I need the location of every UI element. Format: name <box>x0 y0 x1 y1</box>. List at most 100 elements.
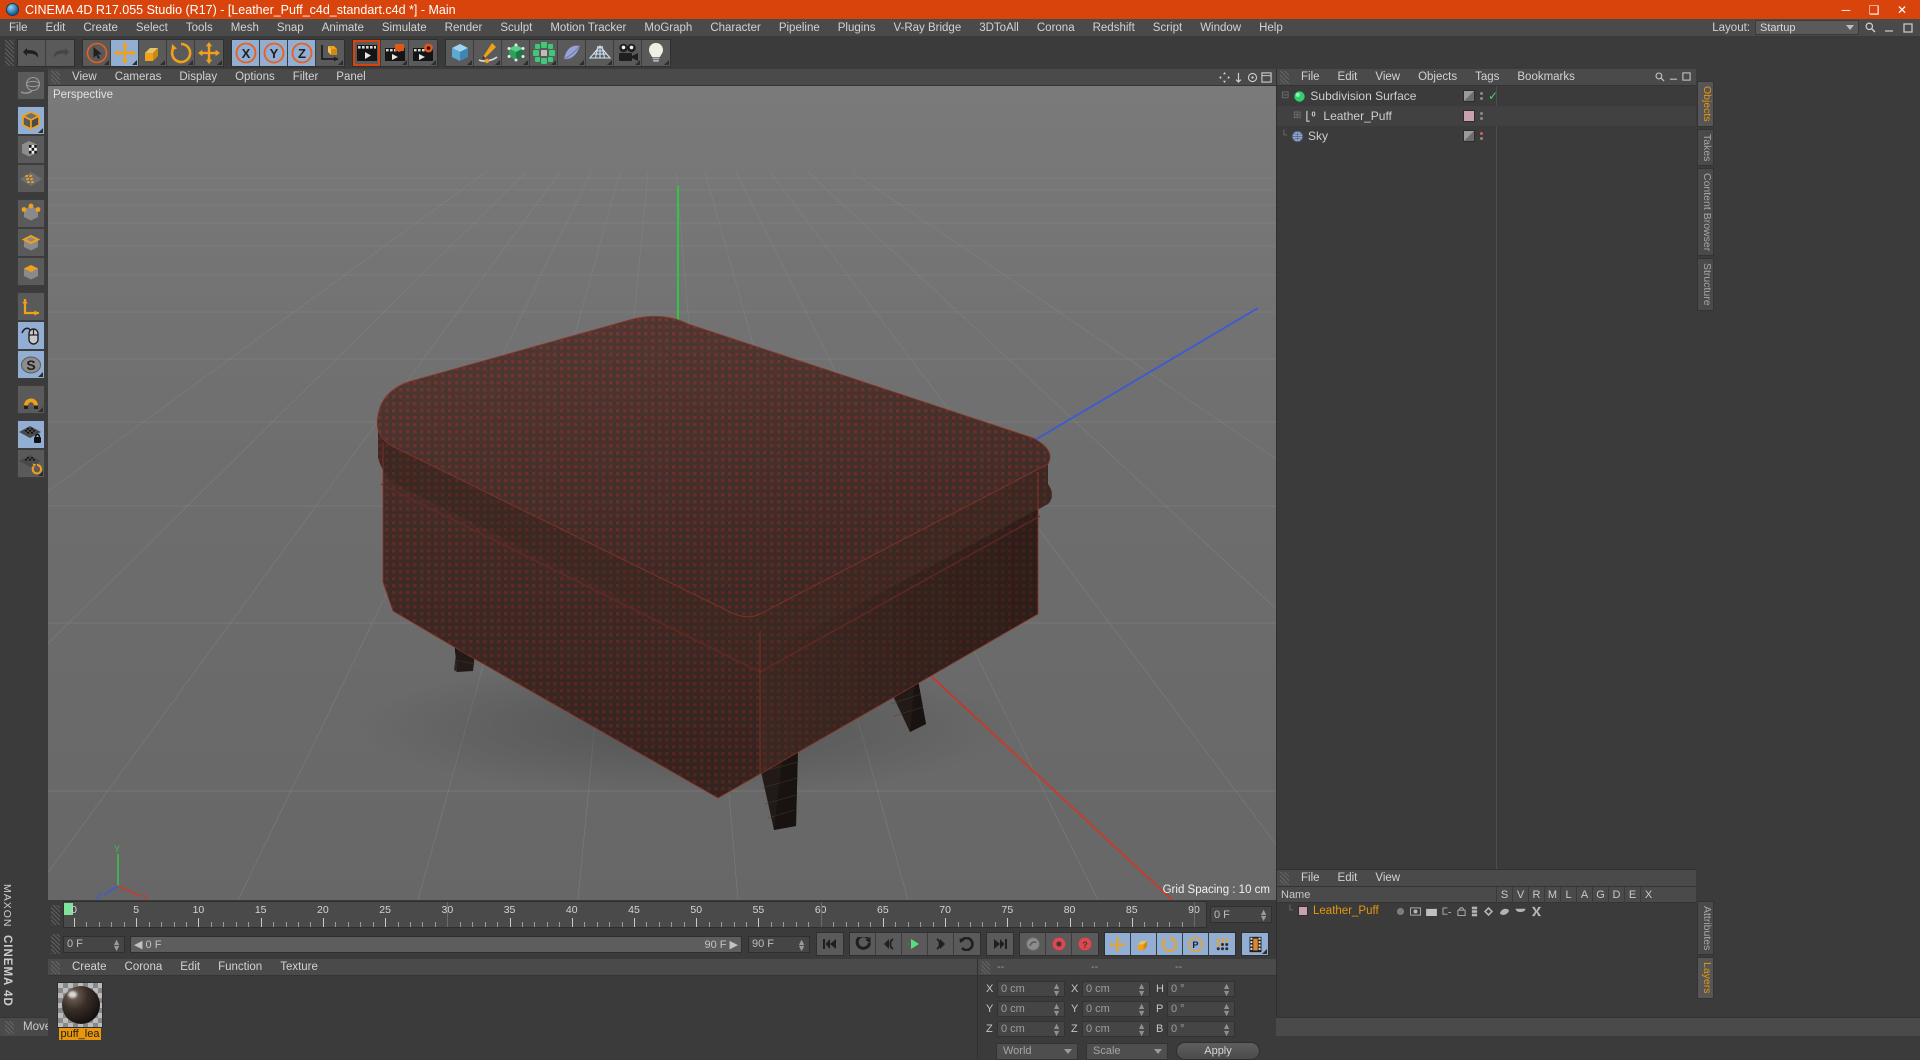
coordinate-grip[interactable] <box>981 960 990 974</box>
object-row-subdivision-surface[interactable]: ⊟ Subdivision Surface ✓ <box>1277 86 1696 106</box>
add-nurbs-button[interactable] <box>558 40 586 66</box>
workplane-rotate-button[interactable] <box>17 449 45 478</box>
deformer-icon[interactable] <box>1499 906 1510 917</box>
rewind-button[interactable] <box>850 933 876 955</box>
spinner-icon[interactable]: ▲ ▼ <box>1137 1002 1146 1018</box>
loop-button[interactable] <box>954 933 980 955</box>
tag-swatch-icon[interactable] <box>1463 130 1475 142</box>
texture-mode-button[interactable] <box>17 135 45 164</box>
toolbar-grip[interactable] <box>5 40 14 66</box>
maximize-viewport-icon[interactable] <box>1261 71 1272 83</box>
pan-view-icon[interactable] <box>1219 71 1230 83</box>
menu-item-animate[interactable]: Animate <box>313 19 373 37</box>
material-menu-edit[interactable]: Edit <box>171 959 209 976</box>
tree-expand-icon[interactable]: ⊞ <box>1293 110 1301 122</box>
minimize-panel-icon[interactable] <box>1881 20 1897 35</box>
apply-button[interactable]: Apply <box>1176 1042 1260 1060</box>
layer-row[interactable]: └ Leather_Puff <box>1277 903 1696 919</box>
layer-manager-grip[interactable] <box>1280 871 1289 885</box>
viewport-menu-filter[interactable]: Filter <box>284 69 328 86</box>
layer-col-m[interactable]: M <box>1544 886 1560 903</box>
timeline-frame-field[interactable]: 0 F ▲ ▼ <box>1210 906 1272 923</box>
close-button[interactable]: ✕ <box>1888 3 1916 17</box>
spinner-icon[interactable]: ▲ ▼ <box>1052 1002 1061 1018</box>
menu-item-window[interactable]: Window <box>1191 19 1250 37</box>
viewport-grip[interactable] <box>51 70 60 84</box>
viewport-menu-view[interactable]: View <box>63 69 106 86</box>
coord-input-p[interactable]: 0 ° ▲ ▼ <box>1167 1001 1235 1018</box>
lock-z-axis-button[interactable]: Z <box>288 40 316 66</box>
polygon-grid-mode-button[interactable] <box>17 164 45 193</box>
undo-button[interactable] <box>18 40 46 66</box>
coord-input-h[interactable]: 0 ° ▲ ▼ <box>1167 981 1235 998</box>
render-icon[interactable] <box>1425 906 1437 916</box>
parameter-key-button[interactable]: P <box>1183 933 1209 955</box>
workplane-lock-button[interactable] <box>17 420 45 449</box>
vtab-takes[interactable]: Takes <box>1697 128 1714 167</box>
restore-panel-icon[interactable] <box>1682 72 1691 82</box>
menu-item-render[interactable]: Render <box>436 19 492 37</box>
search-icon[interactable] <box>1862 20 1878 35</box>
render-view-button[interactable] <box>353 40 381 66</box>
menu-item-character[interactable]: Character <box>701 19 770 37</box>
menu-item-file[interactable]: File <box>0 19 37 37</box>
rotate-tool[interactable] <box>167 40 195 66</box>
maximize-button[interactable]: ❑ <box>1860 3 1888 17</box>
menu-item-3dtoall[interactable]: 3DToAll <box>970 19 1028 37</box>
object-tree[interactable]: ⊟ Subdivision Surface ✓ ⊞ 0 Leather_Puff… <box>1277 86 1696 869</box>
tree-expand-icon[interactable]: ⊟ <box>1281 90 1289 102</box>
add-cube-button[interactable] <box>446 40 474 66</box>
enable-snapping-button[interactable]: S <box>17 350 45 379</box>
vtab-layers[interactable]: Layers <box>1697 957 1714 999</box>
layer-col-r[interactable]: R <box>1528 886 1544 903</box>
lock-icon[interactable] <box>1457 906 1466 916</box>
expression-icon[interactable] <box>1515 907 1526 915</box>
coord-input-sx[interactable]: 0 cm ▲ ▼ <box>1082 981 1150 998</box>
keyframe-selection-button[interactable]: ? <box>1072 933 1098 955</box>
layer-col-e[interactable]: E <box>1624 886 1640 903</box>
coordinate-mode-select[interactable]: Scale <box>1086 1042 1168 1060</box>
polygons-mode-button[interactable] <box>17 257 45 286</box>
xpresso-icon[interactable] <box>1531 906 1542 917</box>
end-frame-field[interactable]: 90 F ▲ ▼ <box>748 935 810 953</box>
undo-view-button[interactable] <box>17 71 45 100</box>
add-camera-button[interactable] <box>614 40 642 66</box>
menu-item-sculpt[interactable]: Sculpt <box>491 19 541 37</box>
menu-item-plugins[interactable]: Plugins <box>829 19 885 37</box>
menu-item-create[interactable]: Create <box>74 19 127 37</box>
solo-icon[interactable] <box>1396 907 1405 916</box>
material-menu-function[interactable]: Function <box>209 959 271 976</box>
coord-input-pz[interactable]: 0 cm ▲ ▼ <box>997 1021 1065 1038</box>
menu-item-vray-bridge[interactable]: V-Ray Bridge <box>884 19 970 37</box>
previous-frame-button[interactable] <box>876 933 902 955</box>
go-to-start-button[interactable] <box>817 933 843 955</box>
material-menu-corona[interactable]: Corona <box>116 959 172 976</box>
spinner-icon[interactable]: ▲ ▼ <box>1137 982 1146 998</box>
object-menu-edit[interactable]: Edit <box>1329 69 1367 86</box>
viewport-menu-display[interactable]: Display <box>170 69 226 86</box>
layout-select[interactable]: Startup <box>1755 20 1859 35</box>
menu-item-motion-tracker[interactable]: Motion Tracker <box>541 19 635 37</box>
coord-input-sy[interactable]: 0 cm ▲ ▼ <box>1082 1001 1150 1018</box>
add-scene-object-button[interactable] <box>586 40 614 66</box>
spinner-icon[interactable]: ▲ ▼ <box>1052 1022 1061 1038</box>
minimize-panel-icon[interactable] <box>1669 72 1678 82</box>
spinner-icon[interactable]: ▲ ▼ <box>1222 1022 1231 1038</box>
animation-mode-button[interactable] <box>1242 933 1268 955</box>
redo-button[interactable] <box>46 40 74 66</box>
record-keyframe-button[interactable] <box>1046 933 1072 955</box>
timeline-ruler[interactable]: 051015202530354045505560657075808590 <box>63 901 1207 928</box>
move-tool-secondary[interactable] <box>195 40 223 66</box>
zoom-view-icon[interactable] <box>1233 72 1244 83</box>
coordinate-system-select[interactable]: World <box>996 1042 1078 1060</box>
menu-item-mesh[interactable]: Mesh <box>222 19 268 37</box>
generator-icon[interactable] <box>1483 906 1494 917</box>
layer-col-a[interactable]: A <box>1576 886 1592 903</box>
pla-key-button[interactable] <box>1209 933 1235 955</box>
material-menu-create[interactable]: Create <box>63 959 116 976</box>
menu-item-script[interactable]: Script <box>1144 19 1191 37</box>
menu-item-snap[interactable]: Snap <box>268 19 313 37</box>
coord-input-px[interactable]: 0 cm ▲ ▼ <box>997 981 1065 998</box>
lock-x-axis-button[interactable]: X <box>232 40 260 66</box>
object-menu-file[interactable]: File <box>1292 69 1329 86</box>
